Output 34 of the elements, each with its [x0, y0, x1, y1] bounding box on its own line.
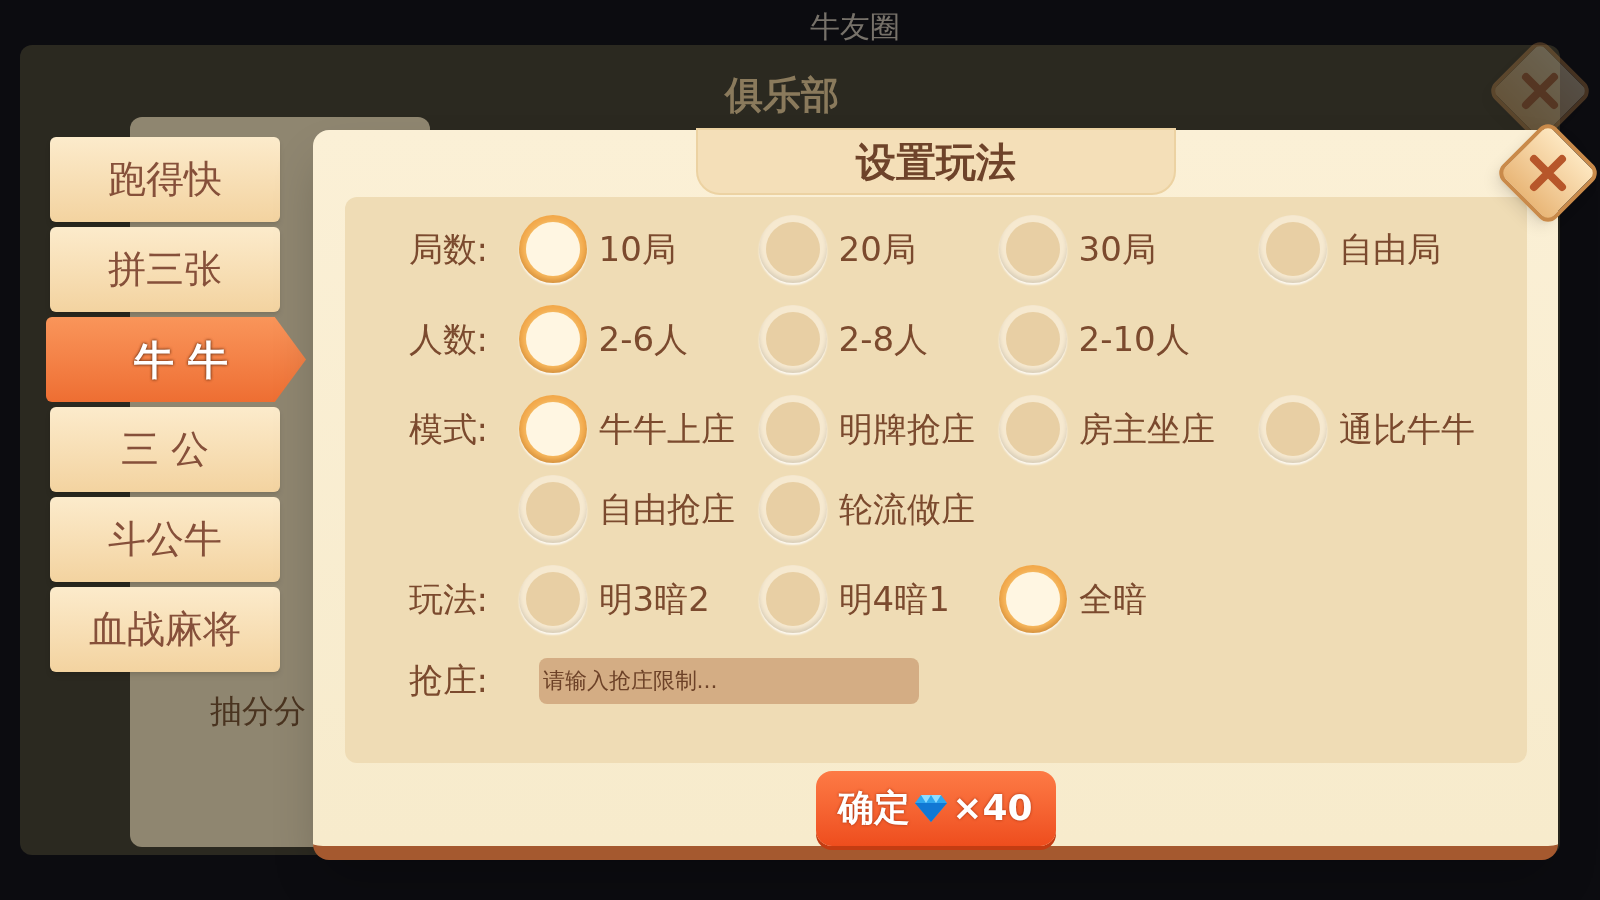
- row-label: 模式:: [408, 408, 489, 452]
- title-text: 牛友圈: [810, 8, 900, 46]
- radio-option[interactable]: 明4暗1: [758, 565, 999, 634]
- radio-option[interactable]: 明3暗2: [518, 565, 759, 634]
- game-tab[interactable]: 斗公牛: [50, 497, 280, 582]
- radio-option[interactable]: 20局: [758, 215, 999, 284]
- row-label: 局数:: [408, 228, 489, 272]
- radio-option[interactable]: 房主坐庄: [998, 395, 1259, 464]
- game-tab[interactable]: 跑得快: [50, 137, 280, 222]
- radio-option[interactable]: 2-6人: [518, 305, 759, 374]
- radio-option[interactable]: 自由抢庄: [518, 475, 759, 544]
- radio-option[interactable]: 通比牛牛: [1258, 395, 1509, 464]
- game-tab[interactable]: 三 公: [50, 407, 280, 492]
- radio-option[interactable]: 轮流做庄: [758, 475, 999, 544]
- radio-option[interactable]: 牛牛上庄: [518, 395, 759, 464]
- close-icon: [1520, 71, 1560, 111]
- radio-option[interactable]: 30局: [998, 215, 1259, 284]
- radio-option[interactable]: 全暗: [998, 565, 1259, 634]
- radio-option[interactable]: 自由局: [1258, 215, 1509, 284]
- radio-option[interactable]: 2-10人: [998, 305, 1259, 374]
- row-label: 玩法:: [408, 578, 489, 622]
- row-label: 抢庄:: [408, 659, 489, 703]
- game-tab[interactable]: 拼三张: [50, 227, 280, 312]
- close-icon: [1528, 153, 1568, 193]
- game-tab[interactable]: 血战麻将: [50, 587, 280, 672]
- row-label: 人数:: [408, 318, 489, 362]
- club-title: 俱乐部: [725, 72, 839, 119]
- banker-limit-field[interactable]: 请输入抢庄限制...: [538, 657, 919, 704]
- radio-option[interactable]: 2-8人: [758, 305, 999, 374]
- diamond-icon: [914, 793, 949, 824]
- dialog-title: 设置玩法: [855, 137, 1016, 187]
- radio-option[interactable]: 10局: [518, 215, 759, 284]
- radio-option[interactable]: 明牌抢庄: [758, 395, 999, 464]
- fragment-text: 抽分分: [210, 691, 306, 732]
